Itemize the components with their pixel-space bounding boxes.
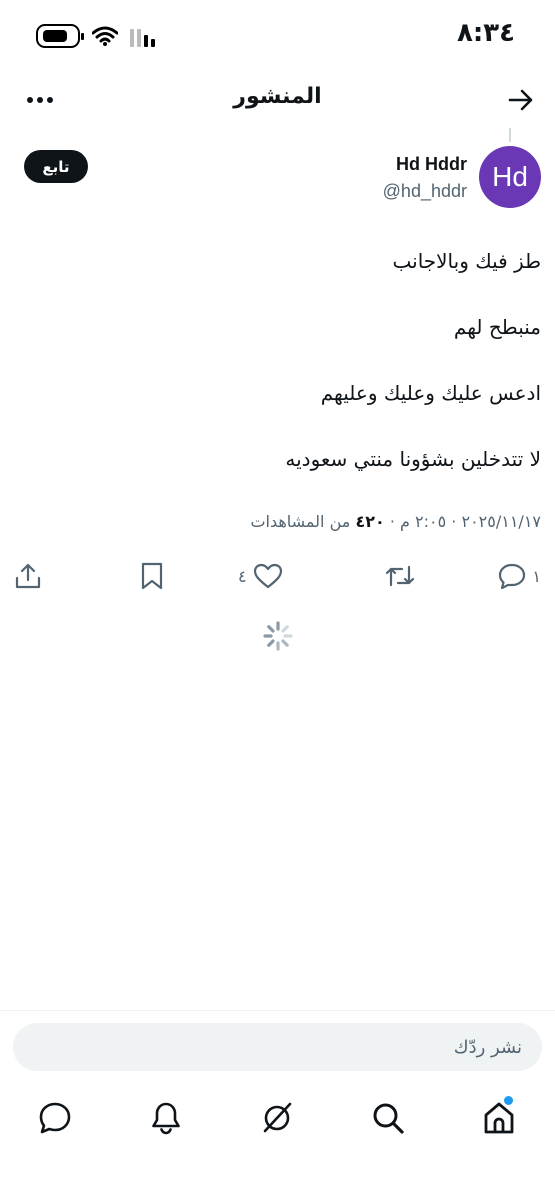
post-actions: ١ ٤ bbox=[0, 556, 555, 596]
bottom-nav bbox=[0, 1090, 555, 1146]
bookmark-icon bbox=[141, 562, 163, 590]
reply-button[interactable]: ١ bbox=[498, 556, 541, 596]
views-label: من المشاهدات bbox=[250, 512, 351, 531]
meta-separator: · bbox=[389, 512, 395, 531]
arrow-right-icon bbox=[508, 89, 533, 111]
post-time[interactable]: ٢:٠٥ م bbox=[400, 512, 446, 531]
like-button[interactable]: ٤ bbox=[238, 556, 283, 596]
notifications-icon bbox=[152, 1102, 180, 1135]
thread-line bbox=[509, 128, 511, 142]
home-notification-dot bbox=[504, 1096, 513, 1105]
status-bar: ٨:٣٤ bbox=[0, 0, 555, 72]
author-handle[interactable]: @hd_hddr bbox=[383, 181, 467, 202]
back-button[interactable] bbox=[503, 82, 539, 118]
like-count: ٤ bbox=[238, 566, 247, 586]
follow-button[interactable]: تابع bbox=[24, 150, 88, 183]
views-count: ٤٢٠ bbox=[355, 512, 385, 531]
post-text: طز فيك وبالاجانب منبطح لهم ادعس عليك وعل… bbox=[21, 246, 541, 510]
avatar[interactable]: Hd bbox=[479, 146, 541, 208]
post-line: منبطح لهم bbox=[453, 315, 541, 339]
page-title: المنشور bbox=[233, 84, 322, 109]
share-icon bbox=[15, 563, 41, 589]
divider bbox=[0, 1010, 555, 1011]
post-line: ادعس عليك وعليك وعليهم bbox=[320, 381, 541, 405]
post-header: المنشور bbox=[0, 72, 555, 128]
post-line: لا تتدخلين بشؤونا منتي سعوديه bbox=[285, 447, 541, 471]
loading-spinner-icon bbox=[263, 621, 293, 651]
heart-icon bbox=[253, 563, 282, 589]
messages-icon bbox=[39, 1102, 71, 1134]
meta-separator: · bbox=[451, 512, 457, 531]
author-name[interactable]: Hd Hddr bbox=[396, 154, 467, 175]
nav-grok[interactable] bbox=[255, 1096, 299, 1140]
post-date[interactable]: ٢٠٢٥/١١/١٧ bbox=[461, 512, 541, 531]
post-line: طز فيك وبالاجانب bbox=[392, 249, 541, 273]
repost-icon bbox=[385, 565, 415, 587]
wifi-icon bbox=[92, 26, 118, 46]
nav-search[interactable] bbox=[366, 1096, 410, 1140]
nav-messages[interactable] bbox=[33, 1096, 77, 1140]
battery-icon bbox=[36, 24, 84, 48]
bookmark-button[interactable] bbox=[139, 556, 165, 596]
status-icons bbox=[36, 24, 155, 48]
status-time: ٨:٣٤ bbox=[456, 18, 515, 48]
nav-home[interactable] bbox=[477, 1096, 521, 1140]
share-button[interactable] bbox=[14, 556, 42, 596]
search-icon bbox=[373, 1103, 404, 1134]
grok-icon bbox=[263, 1102, 292, 1133]
reply-count: ١ bbox=[532, 566, 541, 586]
reply-input[interactable] bbox=[13, 1023, 542, 1071]
repost-button[interactable] bbox=[384, 556, 416, 596]
cellular-signal-icon bbox=[130, 25, 155, 47]
post-meta: ٢٠٢٥/١١/١٧ · ٢:٠٥ م · ٤٢٠ من المشاهدات bbox=[250, 512, 541, 531]
home-icon bbox=[484, 1102, 514, 1134]
nav-notifications[interactable] bbox=[144, 1096, 188, 1140]
home-indicator bbox=[170, 1182, 385, 1187]
reply-icon bbox=[499, 563, 526, 589]
